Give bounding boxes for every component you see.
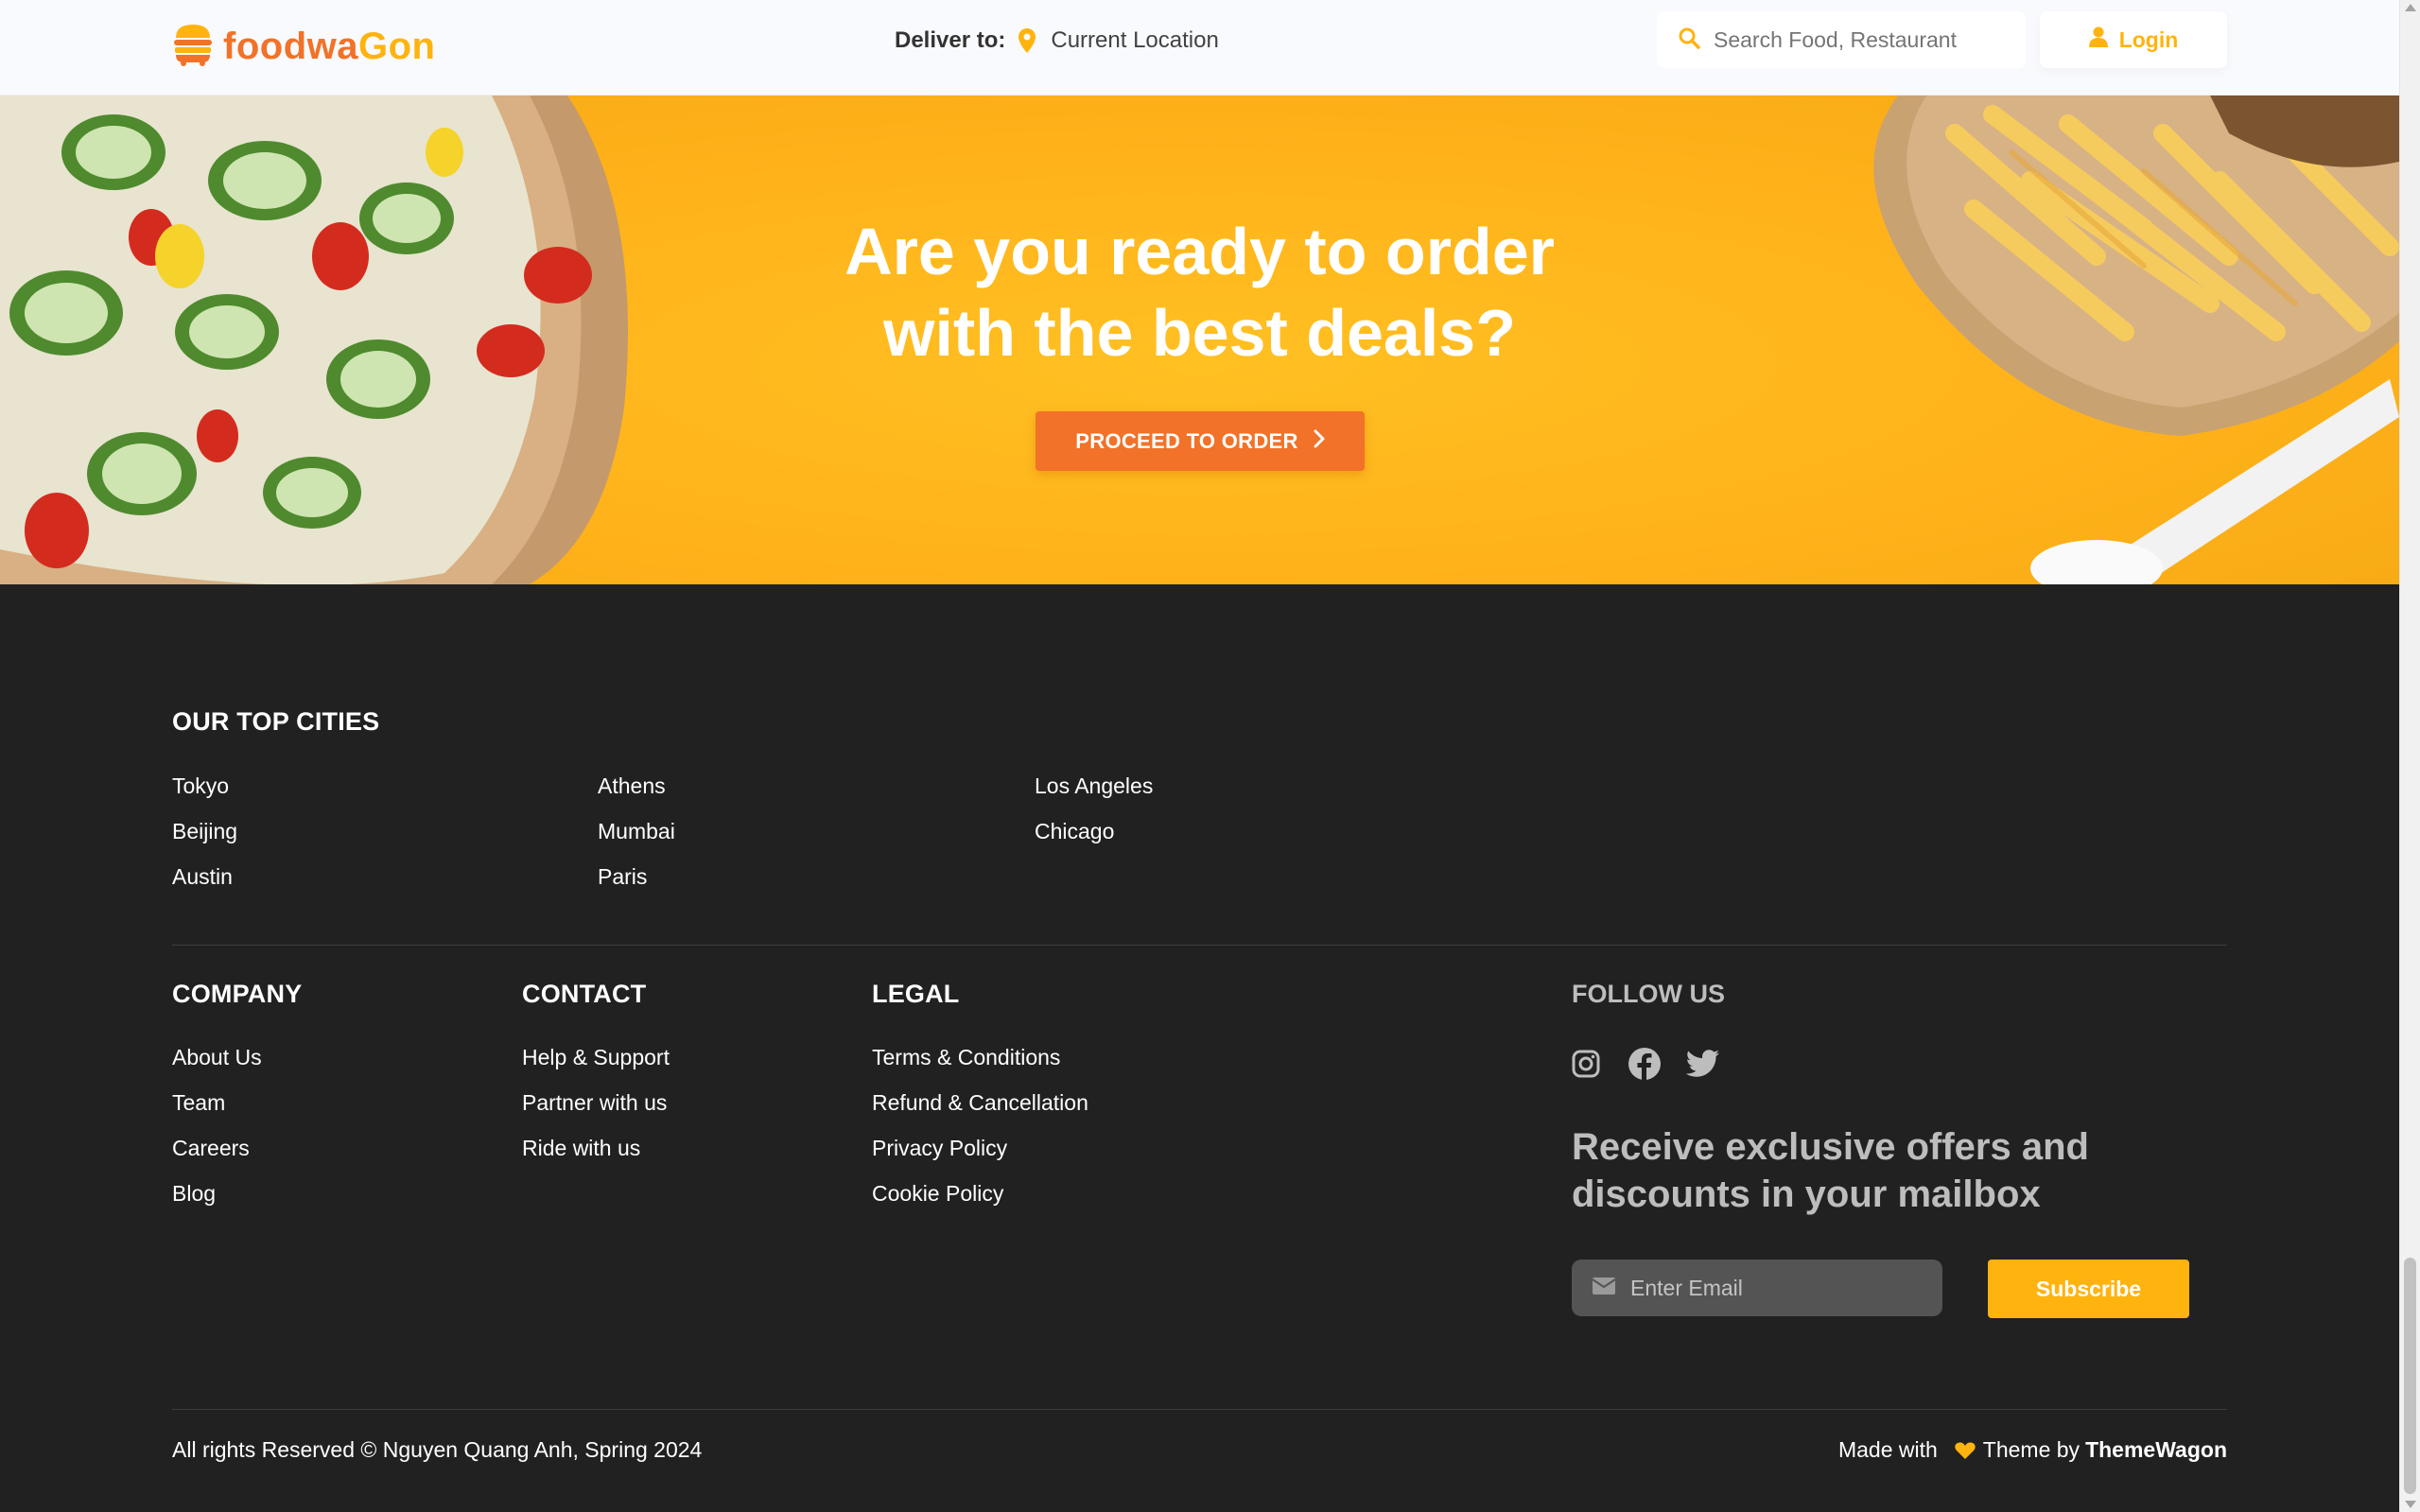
about-us-link[interactable]: About Us <box>172 1045 262 1070</box>
location-pin-icon <box>1018 28 1036 53</box>
footer-bottom-divider <box>172 1409 2227 1410</box>
scroll-down-arrow-icon[interactable] <box>2405 1501 2416 1508</box>
proceed-to-order-button[interactable]: PROCEED TO ORDER <box>1036 411 1365 471</box>
themewagon-link[interactable]: ThemeWagon <box>2085 1437 2227 1463</box>
email-box[interactable] <box>1572 1260 1942 1316</box>
cta-heading: Are you ready to order with the best dea… <box>844 215 1555 370</box>
city-link-paris[interactable]: Paris <box>598 864 647 890</box>
proceed-label: PROCEED TO ORDER <box>1075 428 1298 453</box>
login-button[interactable]: Login <box>2040 11 2227 68</box>
logo-text: foodwaGon <box>223 26 436 67</box>
deliver-to: Deliver to: Current Location <box>895 25 1219 57</box>
current-location-link[interactable]: Current Location <box>1051 27 1218 54</box>
vertical-scrollbar[interactable] <box>2399 0 2420 1512</box>
search-box[interactable] <box>1657 11 2026 68</box>
company-title: COMPANY <box>172 980 303 1008</box>
cookie-link[interactable]: Cookie Policy <box>872 1181 1003 1207</box>
scroll-thumb[interactable] <box>2404 1258 2416 1494</box>
privacy-link[interactable]: Privacy Policy <box>872 1136 1007 1161</box>
careers-link[interactable]: Careers <box>172 1136 250 1161</box>
email-input[interactable] <box>1630 1275 1914 1301</box>
made-with-label: Made with <box>1837 1437 1938 1462</box>
newsletter-heading: Receive exclusive offers and discounts i… <box>1572 1126 2089 1215</box>
contact-title: CONTACT <box>522 980 647 1008</box>
search-icon <box>1678 26 1700 54</box>
made-with-credit: Made with Theme by ThemeWagon <box>1838 1437 2227 1463</box>
login-label: Login <box>2118 26 2179 52</box>
city-link-athens[interactable]: Athens <box>598 773 666 799</box>
legal-title: LEGAL <box>872 980 960 1008</box>
heart-icon <box>1955 1441 1976 1460</box>
facebook-icon[interactable] <box>1627 1046 1663 1082</box>
user-icon <box>2088 26 2108 53</box>
top-cities-title: OUR TOP CITIES <box>172 707 380 736</box>
chevron-right-icon <box>1314 429 1325 454</box>
help-support-link[interactable]: Help & Support <box>522 1045 670 1070</box>
city-link-tokyo[interactable]: Tokyo <box>172 773 229 799</box>
city-link-beijing[interactable]: Beijing <box>172 819 237 844</box>
navbar: foodwaGon Deliver to: Current Location L… <box>0 0 2399 96</box>
logo[interactable]: foodwaGon <box>172 23 435 71</box>
scroll-up-arrow-icon[interactable] <box>2405 4 2416 11</box>
follow-us-title: FOLLOW US <box>1572 980 1725 1008</box>
ride-link[interactable]: Ride with us <box>522 1136 640 1161</box>
cta-banner: Are you ready to order with the best dea… <box>0 96 2399 584</box>
deliver-label: Deliver to: <box>895 27 1006 53</box>
burger-logo-icon <box>172 23 214 71</box>
search-input[interactable] <box>1714 26 1997 53</box>
subscribe-button[interactable]: Subscribe <box>1988 1260 2189 1318</box>
instagram-icon[interactable] <box>1568 1046 1604 1082</box>
city-link-mumbai[interactable]: Mumbai <box>598 819 675 844</box>
twitter-icon[interactable] <box>1685 1046 1721 1082</box>
team-link[interactable]: Team <box>172 1090 225 1116</box>
envelope-icon <box>1592 1277 1616 1299</box>
partner-link[interactable]: Partner with us <box>522 1090 667 1116</box>
theme-by-label: Theme by <box>1982 1437 2081 1462</box>
social-links <box>1568 1046 1721 1082</box>
footer: OUR TOP CITIES Tokyo Beijing Austin Athe… <box>0 584 2399 1512</box>
city-link-chicago[interactable]: Chicago <box>1035 819 1114 844</box>
terms-link[interactable]: Terms & Conditions <box>872 1045 1060 1070</box>
blog-link[interactable]: Blog <box>172 1181 216 1207</box>
footer-divider <box>172 945 2227 946</box>
city-link-los-angeles[interactable]: Los Angeles <box>1035 773 1153 799</box>
city-link-austin[interactable]: Austin <box>172 864 233 890</box>
copyright-text: All rights Reserved © Nguyen Quang Anh, … <box>172 1437 703 1462</box>
refund-link[interactable]: Refund & Cancellation <box>872 1090 1088 1116</box>
